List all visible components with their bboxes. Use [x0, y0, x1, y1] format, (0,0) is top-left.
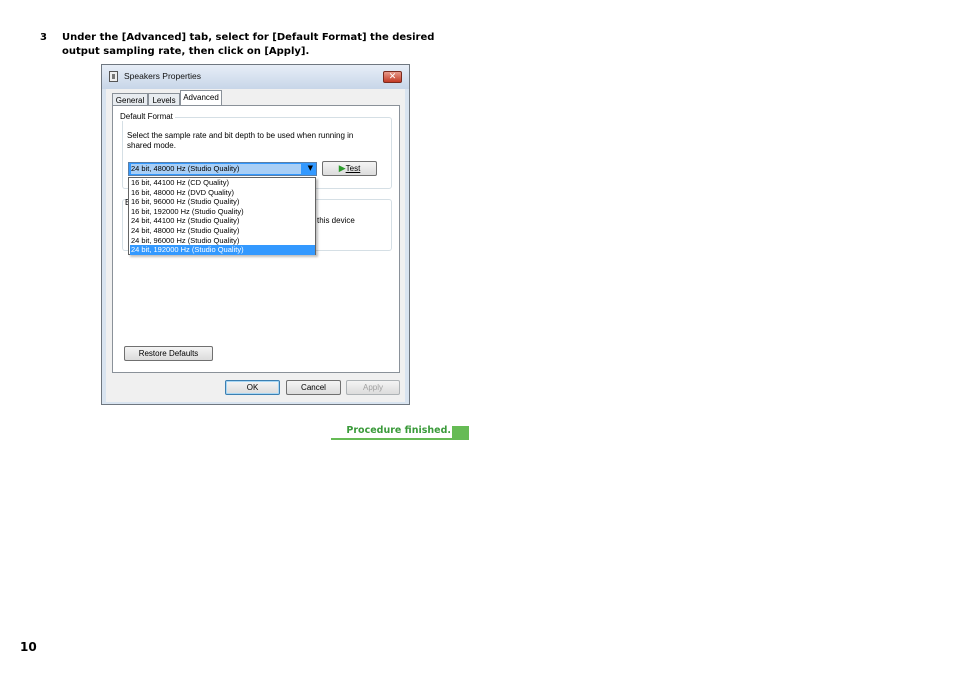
- procedure-finished-marker: Procedure finished.: [331, 424, 469, 440]
- default-format-select[interactable]: 24 bit, 48000 Hz (Studio Quality) ▼: [128, 162, 317, 176]
- step-number: 3: [40, 32, 47, 43]
- test-button[interactable]: ▶Test: [322, 161, 377, 176]
- chevron-down-icon[interactable]: ▼: [308, 164, 313, 172]
- format-option[interactable]: 16 bit, 48000 Hz (DVD Quality): [130, 188, 315, 198]
- restore-defaults-button[interactable]: Restore Defaults: [124, 346, 213, 361]
- default-format-label: Default Format: [118, 112, 175, 121]
- test-label: Test: [345, 164, 361, 173]
- end-marker-square: [452, 426, 469, 438]
- speakers-properties-dialog: Speakers Properties ✕ General Levels Adv…: [101, 64, 410, 405]
- format-option[interactable]: 24 bit, 44100 Hz (Studio Quality): [130, 216, 315, 226]
- cancel-button[interactable]: Cancel: [286, 380, 341, 395]
- step-text: Under the [Advanced] tab, select for [De…: [62, 32, 435, 57]
- close-button[interactable]: ✕: [383, 71, 402, 83]
- title-bar[interactable]: Speakers Properties ✕: [102, 65, 409, 89]
- dialog-body: General Levels Advanced Default Format S…: [106, 89, 405, 402]
- exclusive-mode-text-partial: this device: [317, 216, 355, 225]
- format-option[interactable]: 24 bit, 96000 Hz (Studio Quality): [130, 236, 315, 246]
- format-option[interactable]: 24 bit, 48000 Hz (Studio Quality): [130, 226, 315, 236]
- format-option-selected[interactable]: 24 bit, 192000 Hz (Studio Quality): [130, 245, 315, 255]
- format-option[interactable]: 16 bit, 192000 Hz (Studio Quality): [130, 207, 315, 217]
- format-option[interactable]: 16 bit, 96000 Hz (Studio Quality): [130, 197, 315, 207]
- procedure-finished-label: Procedure finished.: [346, 425, 451, 436]
- format-dropdown-list: 16 bit, 44100 Hz (CD Quality) 16 bit, 48…: [128, 177, 316, 255]
- apply-button[interactable]: Apply: [346, 380, 400, 395]
- page-number: 10: [20, 640, 37, 654]
- speaker-icon: [109, 71, 118, 82]
- selected-format: 24 bit, 48000 Hz (Studio Quality): [131, 164, 301, 174]
- default-format-description: Select the sample rate and bit depth to …: [127, 131, 354, 150]
- ok-button[interactable]: OK: [225, 380, 280, 395]
- format-option[interactable]: 16 bit, 44100 Hz (CD Quality): [130, 178, 315, 188]
- end-marker-line: [331, 438, 469, 440]
- dialog-title: Speakers Properties: [124, 71, 202, 81]
- play-icon: ▶: [338, 163, 346, 173]
